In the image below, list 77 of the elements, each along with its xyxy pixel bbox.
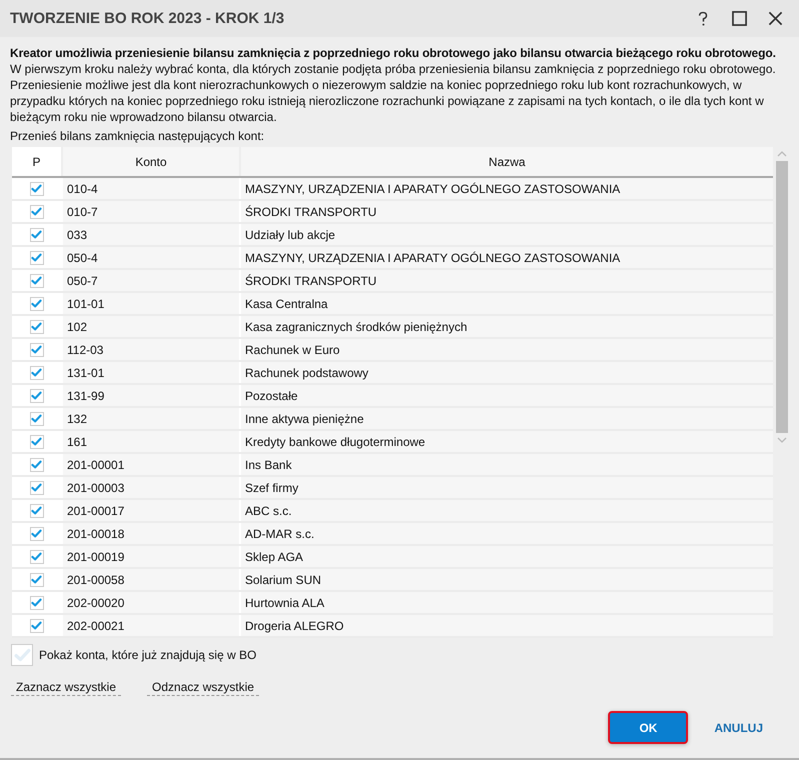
table-cell: Pozostałe	[241, 385, 774, 406]
checkbox[interactable]	[30, 204, 44, 218]
table-cell: 201-00018	[63, 523, 239, 544]
checkbox[interactable]	[30, 526, 44, 540]
checkbox[interactable]	[30, 412, 44, 426]
table-cell: 201-00019	[63, 546, 239, 567]
checkbox[interactable]	[30, 388, 44, 402]
table-cell: 201-00001	[63, 454, 239, 475]
link[interactable]: Zaznacz wszystkie	[11, 680, 122, 696]
checkbox[interactable]	[30, 504, 44, 518]
table-cell: MASZYNY, URZĄDZENIA I APARATY OGÓLNEGO ZASTOSOWANIA	[241, 247, 774, 268]
table-cell: Kasa zagranicznych środków pieniężnych	[241, 316, 774, 337]
table-cell: ABC s.c.	[241, 500, 774, 521]
table-cell: Inne aktywa pieniężne	[241, 408, 774, 429]
table-cell: 010-4	[63, 178, 239, 199]
checkbox[interactable]	[30, 480, 44, 494]
table-cell: Hurtownia ALA	[241, 592, 774, 613]
checkbox[interactable]	[11, 644, 33, 666]
table-cell: Solarium SUN	[241, 569, 774, 590]
table-cell: Rachunek w Euro	[241, 339, 774, 360]
table-cell: Kasa Centralna	[241, 293, 774, 314]
table-cell: MASZYNY, URZĄDZENIA I APARATY OGÓLNEGO ZASTOSOWANIA	[241, 178, 774, 199]
checkbox[interactable]	[30, 320, 44, 334]
table-cell: Drogeria ALEGRO	[241, 615, 774, 636]
checkbox[interactable]	[30, 572, 44, 586]
checkbox[interactable]	[30, 366, 44, 380]
checkbox[interactable]	[30, 182, 44, 196]
intro-text: W pierwszym kroku należy wybrać konta, dla których zostanie podjęta próba przeniesienia bilansu zamknięcia z poprzedniego roku obrotowego. Przeniesienie możliwe jest dla kont nierozrachunkowych o niezerowym saldzie na koniec poprzedniego roku lub kont rozrachunkowych, w przypadku których na koniec poprzedniego roku istnieją nierozliczone rozrachunki powiązane z zapisami na tych kontach, o ile dla tych kont w bieżącym roku nie wprowadzono bilansu otwarcia.	[10, 61, 777, 125]
table-cell: Udziały lub akcje	[241, 224, 774, 245]
checkbox[interactable]	[30, 274, 44, 288]
table-label: Przenieś bilans zamknięcia następujących kont:	[10, 128, 266, 144]
checkbox[interactable]	[30, 250, 44, 264]
help-icon	[697, 10, 709, 26]
table-cell: 202-00021	[63, 615, 239, 636]
table-cell: Kredyty bankowe długoterminowe	[241, 431, 774, 452]
table-cell: 201-00017	[63, 500, 239, 521]
table-cell: 102	[63, 316, 239, 337]
table-cell: 161	[63, 431, 239, 452]
table-cell: 050-4	[63, 247, 239, 268]
table-cell: Sklep AGA	[241, 546, 774, 567]
table-cell: 132	[63, 408, 239, 429]
table-cell: 050-7	[63, 270, 239, 291]
table-cell: 101-01	[63, 293, 239, 314]
table-cell: 033	[63, 224, 239, 245]
link[interactable]: Odznacz wszystkie	[147, 680, 260, 696]
table-cell: 202-00020	[63, 592, 239, 613]
close-icon	[768, 11, 782, 26]
checkbox[interactable]	[30, 296, 44, 310]
table-cell: Rachunek podstawowy	[241, 362, 774, 383]
table-cell: 131-01	[63, 362, 239, 383]
cancel-button[interactable]: ANULUJ	[706, 714, 771, 740]
window-title: TWORZENIE BO ROK 2023 - KROK 1/3	[10, 10, 284, 27]
table-cell: 201-00003	[63, 477, 239, 498]
table-cell: Ins Bank	[241, 454, 774, 475]
checkbox[interactable]	[30, 342, 44, 356]
table-cell: 201-00058	[63, 569, 239, 590]
column-header[interactable]: Konto	[63, 147, 239, 176]
intro-heading: Kreator umożliwia przeniesienie bilansu zamknięcia z poprzedniego roku obrotowego jako bilansu otwarcia bieżącego roku obrotowego.	[10, 45, 777, 61]
table-cell: 010-7	[63, 201, 239, 222]
checkbox[interactable]	[30, 228, 44, 242]
ok-button[interactable]: OK	[608, 711, 688, 744]
checkbox[interactable]	[30, 550, 44, 564]
table-cell: 112-03	[63, 339, 239, 360]
checkbox[interactable]	[30, 458, 44, 472]
table-cell: 131-99	[63, 385, 239, 406]
checkbox[interactable]	[30, 434, 44, 448]
maximize-icon	[732, 11, 746, 26]
table-cell: ŚRODKI TRANSPORTU	[241, 201, 774, 222]
checkbox[interactable]	[30, 596, 44, 610]
column-header[interactable]: P	[12, 147, 61, 176]
table-cell: ŚRODKI TRANSPORTU	[241, 270, 774, 291]
table-cell: AD-MAR s.c.	[241, 523, 774, 544]
checkbox-label: Pokaż konta, które już znajdują się w BO	[39, 648, 256, 662]
checkbox[interactable]	[30, 618, 44, 632]
column-header[interactable]: Nazwa	[241, 147, 774, 176]
scrollbar-thumb[interactable]	[776, 161, 788, 433]
table-cell: Szef firmy	[241, 477, 774, 498]
